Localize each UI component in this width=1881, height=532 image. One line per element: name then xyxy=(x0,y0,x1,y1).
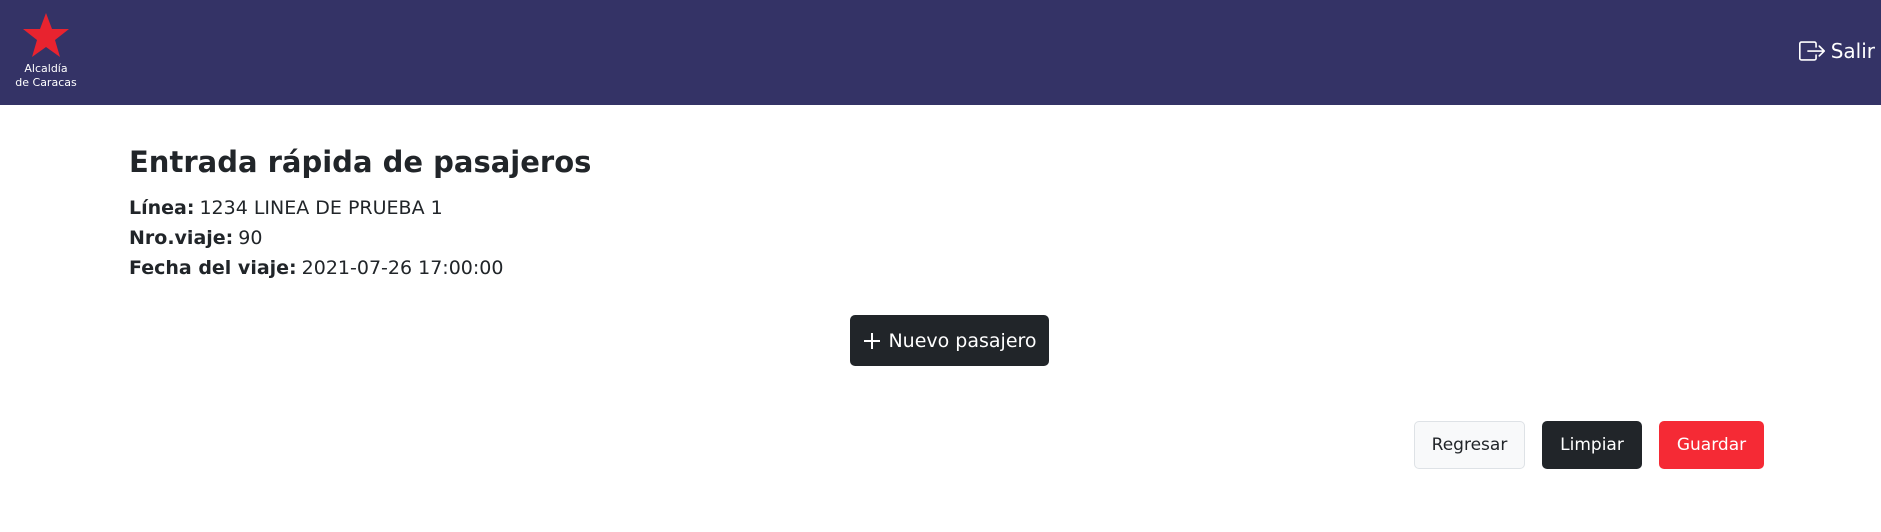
fecha-label: Fecha del viaje: xyxy=(129,257,297,279)
save-label: Guardar xyxy=(1676,435,1747,455)
back-button[interactable]: Regresar xyxy=(1414,421,1525,469)
plus-icon xyxy=(864,332,881,349)
linea-label: Línea: xyxy=(129,197,195,219)
viaje-value: 90 xyxy=(238,227,263,249)
star-icon xyxy=(23,13,69,57)
logout-label: Salir xyxy=(1830,39,1875,63)
logo-text: Alcaldía de Caracas xyxy=(8,62,84,90)
logo-line-2: de Caracas xyxy=(15,76,77,89)
back-label: Regresar xyxy=(1431,435,1508,455)
linea-row: Línea: 1234 LINEA DE PRUEBA 1 xyxy=(129,193,591,223)
viaje-row: Nro.viaje: 90 xyxy=(129,223,591,253)
new-passenger-button[interactable]: Nuevo pasajero xyxy=(850,315,1049,366)
clear-label: Limpiar xyxy=(1560,435,1624,455)
logout-button[interactable]: Salir xyxy=(1798,38,1875,64)
alcaldia-logo[interactable]: Alcaldía de Caracas xyxy=(8,12,84,90)
main-content: Entrada rápida de pasajeros Línea: 1234 L… xyxy=(129,143,591,283)
logout-icon xyxy=(1798,41,1825,61)
fecha-row: Fecha del viaje: 2021-07-26 17:00:00 xyxy=(129,253,591,283)
save-button[interactable]: Guardar xyxy=(1659,421,1764,469)
linea-value: 1234 LINEA DE PRUEBA 1 xyxy=(199,197,443,219)
viaje-label: Nro.viaje: xyxy=(129,227,234,249)
clear-button[interactable]: Limpiar xyxy=(1542,421,1642,469)
page-title: Entrada rápida de pasajeros xyxy=(129,145,592,179)
new-passenger-label: Nuevo pasajero xyxy=(888,329,1037,352)
logo-line-1: Alcaldía xyxy=(24,62,68,75)
top-navbar: Alcaldía de Caracas Salir xyxy=(0,0,1881,105)
trip-info: Línea: 1234 LINEA DE PRUEBA 1 Nro.viaje: 9… xyxy=(129,193,591,283)
fecha-value: 2021-07-26 17:00:00 xyxy=(301,257,504,279)
